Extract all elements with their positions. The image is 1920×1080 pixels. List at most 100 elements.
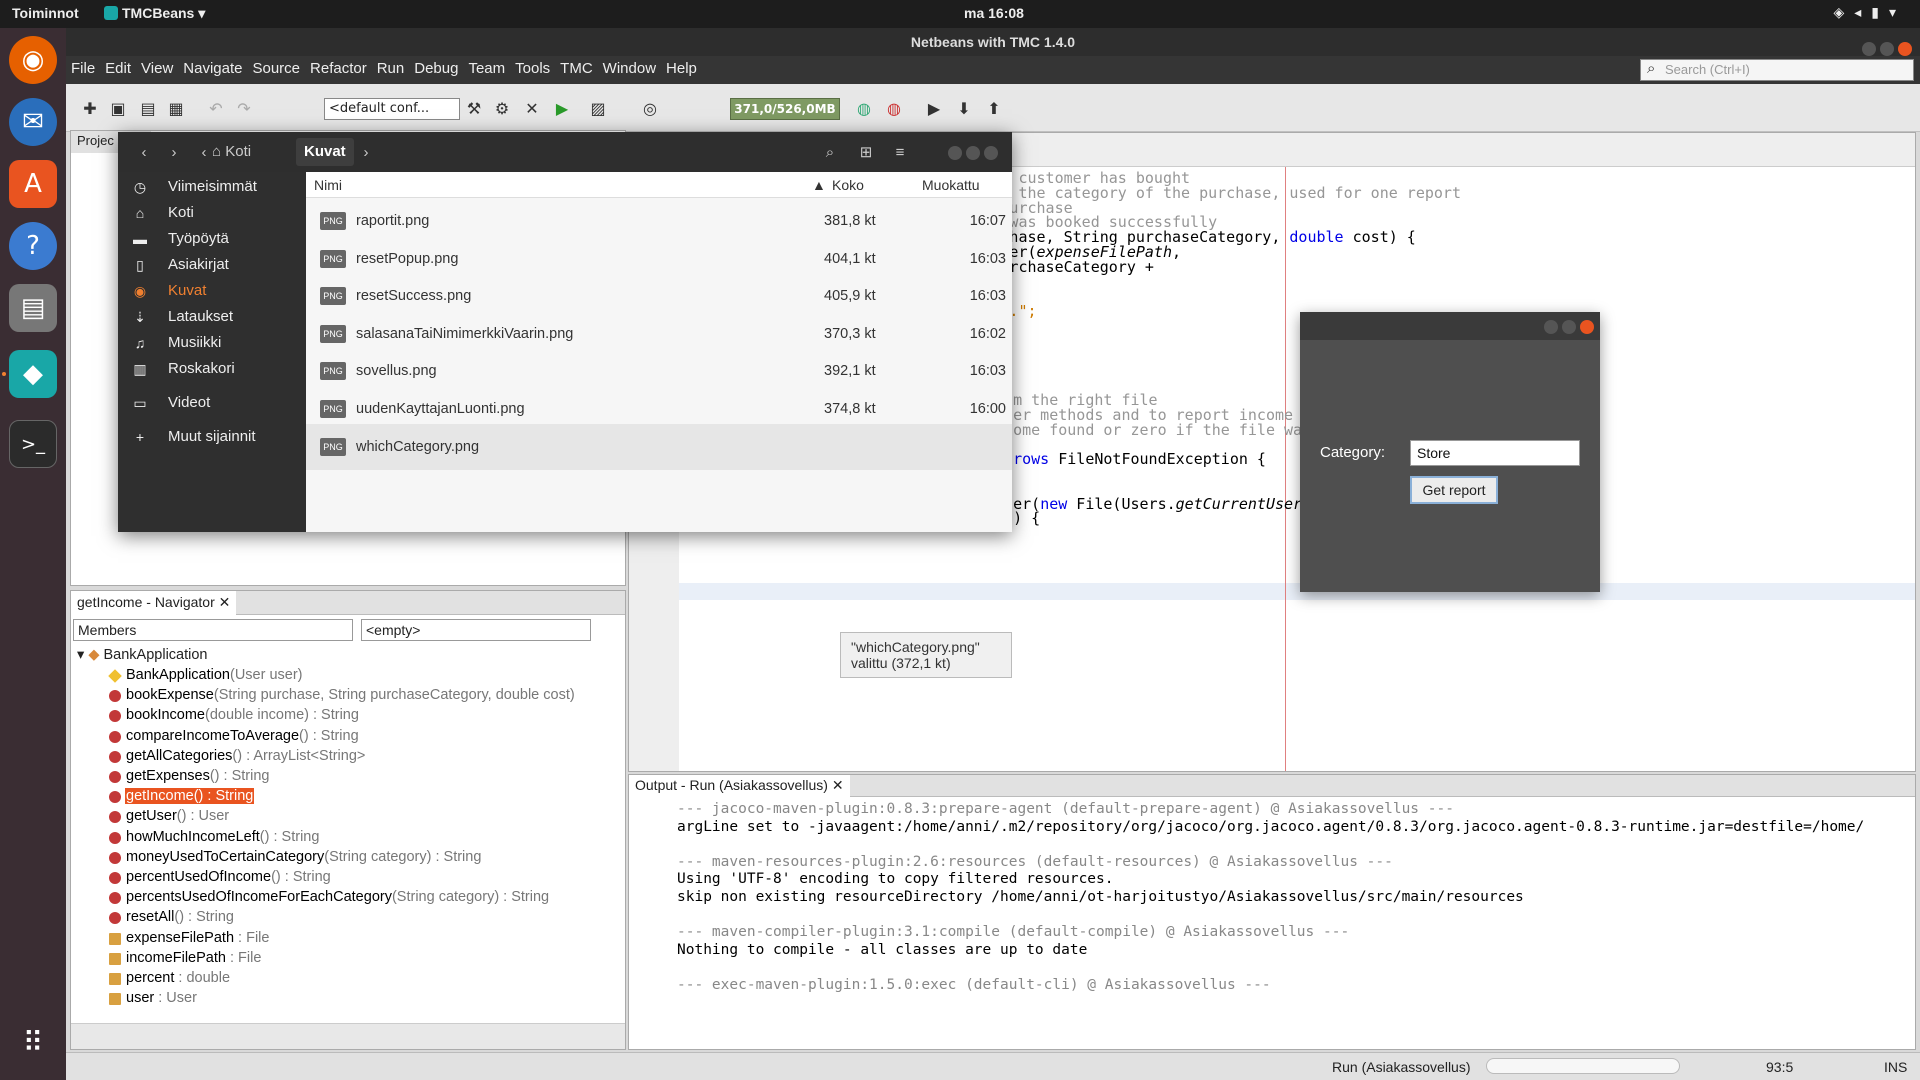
crumb-right-icon[interactable]: › (354, 140, 378, 164)
close-icon[interactable] (1898, 42, 1912, 57)
place-videot[interactable]: ▭ Videot (118, 390, 306, 418)
menu-run[interactable]: Run (372, 56, 410, 81)
running-task[interactable]: Run (Asiakassovellus) (1332, 1059, 1471, 1075)
navigator-member[interactable]: moneyUsedToCertainCategory(String catego… (125, 849, 482, 865)
navigator-tab[interactable]: getIncome - Navigator ✕ (71, 591, 237, 615)
tmc-upload-icon[interactable]: ⬆ (982, 96, 1006, 120)
maximize-icon[interactable] (1562, 319, 1576, 334)
members-select[interactable]: Members (73, 619, 353, 641)
redo-icon[interactable]: ↷ (232, 96, 256, 120)
menu-help[interactable]: Help (661, 56, 702, 81)
place-työpöytä[interactable]: ▬ Työpöytä (118, 226, 306, 254)
tmc-open-icon[interactable]: ▶ (922, 96, 946, 120)
get-report-button[interactable]: Get report (1410, 476, 1498, 504)
new-file-icon[interactable]: ✚ (78, 96, 102, 120)
tmcbeans-dock-icon[interactable]: ◆ (9, 350, 57, 398)
file-row[interactable]: PNG whichCategory.png (306, 423, 1012, 470)
files-icon[interactable]: ▤ (9, 284, 57, 332)
navigator-member[interactable]: user : User (125, 990, 198, 1006)
tmc-test-icon[interactable]: ◍ (882, 96, 906, 120)
close-icon[interactable]: ✕ (832, 777, 844, 793)
grid-view-icon[interactable]: ⊞ (854, 140, 878, 164)
navigator-member[interactable]: getExpenses() : String (125, 768, 270, 784)
menu-navigate[interactable]: Navigate (178, 56, 247, 81)
help-icon[interactable]: ? (9, 222, 57, 270)
navigator-member[interactable]: getAllCategories() : ArrayList<String> (125, 748, 366, 764)
navigator-member[interactable]: percent : double (125, 970, 231, 986)
menu-tools[interactable]: Tools (510, 56, 555, 81)
clock[interactable]: ma 16:08 (964, 5, 1024, 21)
undo-icon[interactable]: ↶ (204, 96, 228, 120)
navigator-member[interactable]: howMuchIncomeLeft() : String (125, 829, 320, 845)
navigator-member[interactable]: resetAll() : String (125, 909, 235, 925)
filter-select[interactable]: <empty> (361, 619, 591, 641)
build-icon[interactable]: ⚙ (490, 96, 514, 120)
open-project-icon[interactable]: ▤ (136, 96, 160, 120)
configuration-select[interactable]: <default conf... (324, 98, 460, 120)
place-viimeisimmät[interactable]: ◷ Viimeisimmät (118, 174, 306, 202)
menu-tmc[interactable]: TMC (555, 56, 598, 81)
menu-view[interactable]: View (136, 56, 178, 81)
place-muut-sijainnit[interactable]: + Muut sijainnit (118, 424, 306, 452)
tmc-submit-icon[interactable]: ◍ (852, 96, 876, 120)
close-icon[interactable] (984, 145, 998, 160)
maximize-icon[interactable] (1880, 42, 1894, 57)
software-center-icon[interactable]: A (9, 160, 57, 208)
navigator-member[interactable]: expenseFilePath : File (125, 930, 270, 946)
thunderbird-icon[interactable]: ✉ (9, 98, 57, 146)
menu-icon[interactable]: ≡ (888, 140, 912, 164)
column-modified[interactable]: Muokattu (922, 177, 980, 193)
output-tab[interactable]: Output - Run (Asiakassovellus) ✕ (629, 775, 850, 797)
crumb-home[interactable]: ⌂ Koti (204, 138, 259, 166)
app-menu[interactable]: TMCBeans ▾ (104, 5, 205, 22)
navigator-member[interactable]: percentUsedOfIncome() : String (125, 869, 332, 885)
tree-root[interactable]: ▾ ◆ BankApplication (77, 647, 208, 663)
close-icon[interactable] (1580, 319, 1594, 334)
search-input[interactable]: Search (Ctrl+I) (1640, 59, 1914, 81)
menu-source[interactable]: Source (247, 56, 305, 81)
memory-indicator[interactable]: 371,0/526,0MB (730, 98, 840, 120)
terminal-icon[interactable]: >_ (9, 420, 57, 468)
firefox-icon[interactable]: ◉ (9, 36, 57, 84)
minimize-icon[interactable] (1544, 319, 1558, 334)
minimize-icon[interactable] (1862, 42, 1876, 57)
crumb-pictures[interactable]: Kuvat (296, 138, 354, 166)
clean-build-icon[interactable]: ⚒ (462, 96, 486, 120)
navigator-member[interactable]: BankApplication(User user) (125, 667, 304, 683)
forward-icon[interactable]: › (162, 140, 186, 164)
maximize-icon[interactable] (966, 145, 980, 160)
activities-button[interactable]: Toiminnot (12, 5, 79, 21)
build-project-icon[interactable]: ✕ (520, 96, 544, 120)
save-all-icon[interactable]: ▦ (164, 96, 188, 120)
navigator-member[interactable]: bookIncome(double income) : String (125, 707, 360, 723)
output-console[interactable]: --- jacoco-maven-plugin:0.8.3:prepare-ag… (659, 797, 1897, 1035)
navigator-member[interactable]: incomeFilePath : File (125, 950, 262, 966)
minimize-icon[interactable] (948, 145, 962, 160)
menu-edit[interactable]: Edit (100, 56, 136, 81)
place-kuvat[interactable]: ◉ Kuvat (118, 278, 306, 306)
place-musiikki[interactable]: ♫ Musiikki (118, 330, 306, 358)
navigator-member[interactable]: bookExpense(String purchase, String purc… (125, 687, 576, 703)
menu-window[interactable]: Window (598, 56, 661, 81)
column-size[interactable]: Koko (832, 177, 864, 193)
category-input[interactable]: Store (1410, 440, 1580, 466)
menu-debug[interactable]: Debug (409, 56, 463, 81)
debug-icon[interactable]: ▨ (586, 96, 610, 120)
close-icon[interactable]: ✕ (219, 594, 231, 610)
back-icon[interactable]: ‹ (132, 140, 156, 164)
show-apps-icon[interactable]: ⠿ (9, 1018, 57, 1066)
tmc-download-icon[interactable]: ⬇ (952, 96, 976, 120)
system-tray[interactable]: ◈◂▮▾ (1833, 4, 1906, 21)
new-project-icon[interactable]: ▣ (106, 96, 130, 120)
navigator-member[interactable]: getUser() : User (125, 808, 230, 824)
menu-file[interactable]: File (66, 56, 100, 81)
navigator-member[interactable]: getIncome() : String (125, 788, 255, 805)
menu-refactor[interactable]: Refactor (305, 56, 372, 81)
navigator-member[interactable]: compareIncomeToAverage() : String (125, 728, 360, 744)
search-icon[interactable]: ⌕ (818, 140, 842, 164)
place-koti[interactable]: ⌂ Koti (118, 200, 306, 228)
menu-team[interactable]: Team (463, 56, 510, 81)
column-name[interactable]: Nimi (314, 177, 342, 193)
run-icon[interactable]: ▶ (550, 96, 574, 120)
profile-icon[interactable]: ◎ (638, 96, 662, 120)
